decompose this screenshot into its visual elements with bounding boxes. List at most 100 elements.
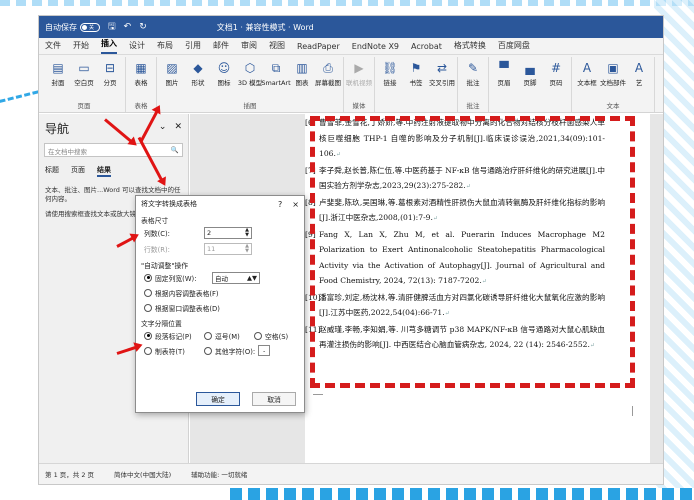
help-button[interactable]: ? xyxy=(278,200,282,209)
tab-13[interactable]: 百度网盘 xyxy=(498,40,530,54)
ribbon-button-screenshot[interactable]: ⎙ 屏幕截图 xyxy=(315,57,341,101)
ribbon-button-chart[interactable]: ▥ 图表 xyxy=(290,57,314,101)
tab-10[interactable]: EndNote X9 xyxy=(352,42,399,54)
ribbon-button-header[interactable]: ▀ 页眉 xyxy=(492,57,516,101)
tab-2[interactable]: 插入 xyxy=(101,38,117,54)
ribbon-button-cross-reference[interactable]: ⇄ 交叉引用 xyxy=(429,57,455,101)
autosave[interactable]: 自动保存 关 xyxy=(45,22,100,33)
ribbon-button-link[interactable]: ⛓ 链接 xyxy=(378,57,402,101)
other-char-input[interactable]: - xyxy=(258,345,271,356)
nav-tab-2[interactable]: 结果 xyxy=(97,165,111,177)
fixed-width-option[interactable]: 固定列宽(W): 自动 ▲▼ xyxy=(136,270,304,285)
autosave-toggle[interactable]: 关 xyxy=(80,22,100,32)
fixed-width-select[interactable]: 自动 ▲▼ xyxy=(212,271,260,284)
close-icon[interactable]: ✕ xyxy=(174,122,182,132)
tab-7[interactable]: 审阅 xyxy=(241,40,257,54)
ribbon-button-label: 屏幕截图 xyxy=(315,79,341,87)
ribbon-group-label: 批注 xyxy=(466,102,480,110)
autosave-label: 自动保存 xyxy=(45,22,77,32)
ribbon-group-label: 页面 xyxy=(77,102,91,110)
tab-6[interactable]: 邮件 xyxy=(213,40,229,54)
page-count[interactable]: 第 1 页，共 2 页 xyxy=(45,469,94,479)
ribbon-button-page-number[interactable]: # 页码 xyxy=(544,57,568,101)
undo-icon[interactable]: ↶ xyxy=(124,22,132,32)
ribbon-button-label: 书签 xyxy=(409,79,423,87)
tab-12[interactable]: 格式转换 xyxy=(454,40,486,54)
ribbon-group-1: ▦ 表格 表格 xyxy=(126,57,157,112)
online-video-icon: ▶ xyxy=(354,61,364,75)
ribbon-button-cover-page[interactable]: ▤ 封面 xyxy=(46,57,70,101)
ribbon-button-smartart[interactable]: ⧉ SmartArt xyxy=(261,57,291,101)
ribbon-button-wordart[interactable]: A艺 xyxy=(627,57,651,101)
autofit-content-option[interactable]: 根据内容调整表格(F) xyxy=(136,285,304,300)
tab-1[interactable]: 开始 xyxy=(73,40,89,54)
ribbon-button-label: 批注 xyxy=(466,79,480,87)
chevron-down-icon[interactable]: ⌄ xyxy=(159,122,167,132)
tab-5[interactable]: 引用 xyxy=(185,40,201,54)
separator-tab-option[interactable]: 制表符(T) xyxy=(140,343,200,358)
tab-11[interactable]: Acrobat xyxy=(411,42,442,54)
crop-mark xyxy=(313,394,323,404)
ribbon-button-shapes[interactable]: ◆ 形状 xyxy=(186,57,210,101)
dialog-close-button[interactable]: × xyxy=(292,200,299,209)
ribbon-button-label: 表格 xyxy=(134,79,148,87)
tab-9[interactable]: ReadPaper xyxy=(297,42,340,54)
page-break-icon: ⊟ xyxy=(104,61,116,75)
columns-spinner[interactable]: 2 ▲ ▼ xyxy=(204,227,252,239)
separator-space-option[interactable]: 空格(S) xyxy=(250,328,300,343)
accessibility-status[interactable]: 辅助功能: 一切就绪 xyxy=(191,469,247,479)
tab-8[interactable]: 视图 xyxy=(269,40,285,54)
save-icon[interactable]: 🖫 xyxy=(108,19,116,35)
decorative-dash-strip xyxy=(0,0,694,6)
ribbon-button-3d-model[interactable]: ⬡ 3D 模型 xyxy=(238,57,262,101)
ribbon-button-icons[interactable]: ☺ 图标 xyxy=(212,57,236,101)
nav-tab-1[interactable]: 页面 xyxy=(71,165,85,177)
rows-spinner: 11 ▲ ▼ xyxy=(204,243,252,255)
ribbon-button-label: 联机视频 xyxy=(346,79,372,87)
autofit-window-option[interactable]: 根据窗口调整表格(D) xyxy=(136,300,304,315)
radio-selected[interactable] xyxy=(144,273,152,282)
ribbon-button-label: SmartArt xyxy=(261,79,291,87)
ribbon-button-online-video: ▶ 联机视频 xyxy=(346,57,372,101)
ribbon-button-label: 形状 xyxy=(191,79,205,87)
tab-3[interactable]: 设计 xyxy=(129,40,145,54)
ribbon-group-label: 文本 xyxy=(606,102,620,110)
nav-search-input[interactable]: 在文档中搜索 🔍 xyxy=(44,143,183,157)
ok-button[interactable]: 确定 xyxy=(196,392,240,406)
separator-paragraph-option[interactable]: 段落标记(P) xyxy=(140,328,200,343)
nav-tab-0[interactable]: 标题 xyxy=(45,165,59,177)
ribbon-button-label: 图表 xyxy=(295,79,309,87)
ribbon-group-0: ▤ 封面 ▭ 空白页 ⊟ 分页页面 xyxy=(43,57,126,112)
language[interactable]: 简体中文(中国大陆) xyxy=(114,469,171,479)
ribbon-button-page-break[interactable]: ⊟ 分页 xyxy=(98,57,122,101)
tab-0[interactable]: 文件 xyxy=(45,40,61,54)
ribbon-group-2: ▨ 图片 ◆ 形状 ☺ 图标 ⬡ 3D 模型 ⧉ SmartArt ▥ 图表 ⎙ 屏幕截图 插图 xyxy=(157,57,344,112)
ribbon-button-comment[interactable]: ✎ 批注 xyxy=(461,57,485,101)
ribbon-group-4: ⛓ 链接 ⚑ 书签 ⇄ 交叉引用 xyxy=(375,57,458,112)
window-title: 文档1 · 兼容性模式 · Word xyxy=(216,22,314,32)
ribbon-button-picture[interactable]: ▨ 图片 xyxy=(160,57,184,101)
ribbon-button-label: 封面 xyxy=(51,79,65,87)
ribbon-button-label: 图标 xyxy=(217,79,231,87)
3d-model-icon: ⬡ xyxy=(244,61,256,75)
ribbon-button-footer[interactable]: ▄ 页脚 xyxy=(518,57,542,101)
ribbon-button-text-box[interactable]: A 文本框 xyxy=(575,57,599,101)
search-icon[interactable]: 🔍 xyxy=(171,146,179,154)
ribbon-button-table[interactable]: ▦ 表格 xyxy=(129,57,153,101)
ribbon-button-label: 文本框 xyxy=(577,79,597,87)
footer-icon: ▄ xyxy=(525,61,535,75)
blank-page-icon: ▭ xyxy=(78,61,90,75)
bookmark-icon: ⚑ xyxy=(410,61,422,75)
picture-icon: ▨ xyxy=(166,61,178,75)
separator-other-option[interactable]: 其他字符(O): - xyxy=(200,343,300,358)
cancel-button[interactable]: 取消 xyxy=(252,392,296,406)
redo-icon[interactable]: ↻ xyxy=(139,22,147,32)
separator-comma-option[interactable]: 逗号(M) xyxy=(200,328,250,343)
table-icon: ▦ xyxy=(135,61,147,75)
convert-text-to-table-dialog: 将文字转换成表格 ? × 表格尺寸 列数(C): 2 ▲ ▼ 行数(R): 11 ▲ ▼… xyxy=(135,195,305,413)
ribbon-button-bookmark[interactable]: ⚑ 书签 xyxy=(404,57,428,101)
tab-4[interactable]: 布局 xyxy=(157,40,173,54)
ribbon-button-label: 分页 xyxy=(103,79,117,87)
ribbon-button-blank-page[interactable]: ▭ 空白页 xyxy=(72,57,96,101)
ribbon-button-quick-parts[interactable]: ▣ 文档部件 xyxy=(600,57,626,101)
